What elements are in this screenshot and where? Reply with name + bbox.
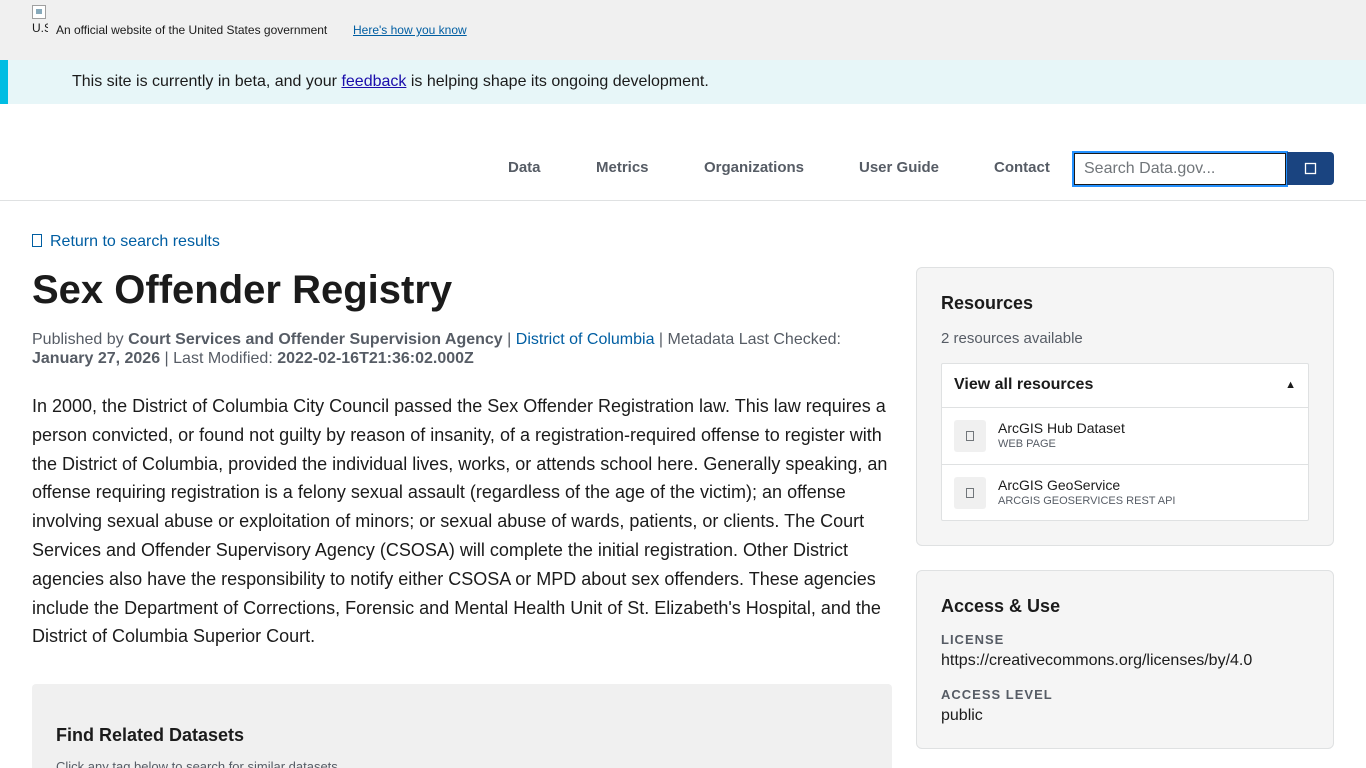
resource-name: ArcGIS Hub Dataset bbox=[998, 420, 1125, 436]
feedback-link[interactable]: feedback bbox=[341, 73, 406, 90]
meta-separator: | bbox=[658, 331, 664, 348]
search-input[interactable] bbox=[1072, 151, 1288, 187]
publisher-name: Court Services and Offender Supervision … bbox=[128, 331, 503, 348]
api-icon bbox=[954, 477, 986, 509]
caret-up-icon: ▲ bbox=[1285, 379, 1296, 391]
view-all-resources-label: View all resources bbox=[954, 376, 1094, 393]
resource-type: ARCGIS GEOSERVICES REST API bbox=[998, 495, 1176, 507]
official-site-text: An official website of the United States… bbox=[56, 23, 328, 37]
page-title: Sex Offender Registry bbox=[32, 268, 453, 312]
how-you-know-link[interactable]: Here's how you know bbox=[353, 23, 467, 37]
access-level-value: public bbox=[941, 707, 983, 724]
search-icon bbox=[1304, 162, 1317, 175]
resources-card: Resources 2 resources available View all… bbox=[916, 267, 1334, 546]
beta-text-before: This site is currently in beta, and your bbox=[72, 73, 342, 90]
search-button[interactable] bbox=[1287, 152, 1334, 185]
access-level-label: ACCESS LEVEL bbox=[941, 687, 1053, 702]
organization-link[interactable]: District of Columbia bbox=[516, 331, 655, 348]
beta-alert: This site is currently in beta, and your… bbox=[0, 60, 1366, 104]
metadata-checked-date: January 27, 2026 bbox=[32, 350, 161, 367]
resources-list: View all resources ▲ ArcGIS Hub Dataset … bbox=[941, 363, 1309, 521]
flag-alt-text: U.S. flag bbox=[32, 21, 48, 35]
dataset-description: In 2000, the District of Columbia City C… bbox=[32, 396, 888, 647]
view-all-resources-toggle[interactable]: View all resources ▲ bbox=[942, 364, 1308, 408]
nav-item-metrics[interactable]: Metrics bbox=[596, 159, 649, 176]
last-modified-date: 2022-02-16T21:36:02.000Z bbox=[277, 350, 474, 367]
dataset-meta: Published by Court Services and Offender… bbox=[32, 330, 892, 368]
beta-message: This site is currently in beta, and your… bbox=[72, 73, 709, 91]
nav-item-contact[interactable]: Contact bbox=[994, 159, 1050, 176]
web-page-icon bbox=[954, 420, 986, 452]
access-use-card: Access & Use LICENSE https://creativecom… bbox=[916, 570, 1334, 749]
resource-item[interactable]: ArcGIS Hub Dataset WEB PAGE bbox=[942, 408, 1308, 465]
license-value: https://creativecommons.org/licenses/by/… bbox=[941, 652, 1253, 669]
beta-text-after: is helping shape its ongoing development… bbox=[406, 73, 709, 90]
related-datasets-panel: Find Related Datasets Click any tag belo… bbox=[32, 684, 892, 768]
metadata-checked-label: Metadata Last Checked: bbox=[667, 331, 841, 348]
meta-separator: | bbox=[507, 331, 512, 348]
nav-item-data[interactable]: Data bbox=[508, 159, 541, 176]
meta-separator: | bbox=[164, 350, 169, 367]
license-label: LICENSE bbox=[941, 632, 1005, 647]
return-link-label: Return to search results bbox=[50, 233, 220, 250]
last-modified-label: Last Modified: bbox=[173, 350, 273, 367]
us-flag-image: U.S. flag bbox=[32, 5, 48, 55]
arrow-left-icon bbox=[32, 234, 42, 247]
resource-name: ArcGIS GeoService bbox=[998, 477, 1121, 493]
resources-count: 2 resources available bbox=[941, 330, 1083, 347]
published-by-label: Published by bbox=[32, 331, 124, 348]
resources-title: Resources bbox=[941, 293, 1034, 313]
gov-banner: U.S. flag An official website of the Uni… bbox=[0, 0, 1366, 60]
nav-item-organizations[interactable]: Organizations bbox=[704, 159, 804, 176]
nav-item-user-guide[interactable]: User Guide bbox=[859, 159, 939, 176]
resource-type: WEB PAGE bbox=[998, 438, 1056, 450]
broken-image-icon bbox=[32, 5, 46, 19]
return-to-search-link[interactable]: Return to search results bbox=[32, 233, 220, 251]
related-datasets-hint: Click any tag below to search for simila… bbox=[56, 759, 338, 768]
related-datasets-title: Find Related Datasets bbox=[56, 725, 245, 745]
site-header: Data Metrics Organizations User Guide Co… bbox=[0, 104, 1366, 201]
resource-item[interactable]: ArcGIS GeoService ARCGIS GEOSERVICES RES… bbox=[942, 465, 1308, 522]
access-use-title: Access & Use bbox=[941, 596, 1061, 616]
